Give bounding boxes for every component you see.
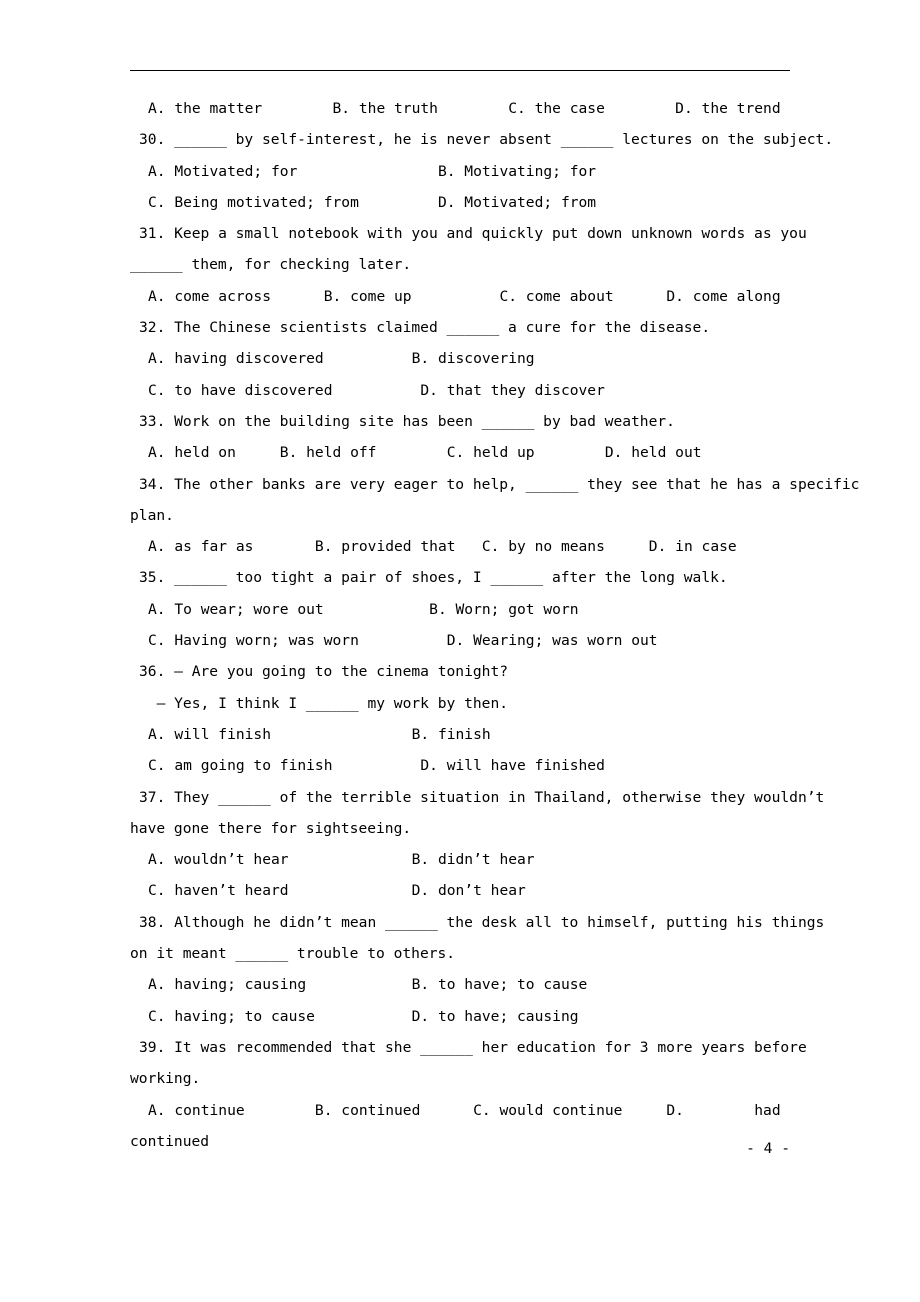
document-line: A. as far as B. provided that C. by no m… (148, 538, 737, 556)
document-line: C. Having worn; was worn D. Wearing; was… (148, 632, 658, 650)
document-line: 37. They ______ of the terrible situatio… (139, 788, 825, 806)
document-line: A. wouldn’t hear B. didn’t hear (148, 851, 535, 869)
document-line: 36. — Are you going to the cinema tonigh… (139, 663, 509, 681)
document-line: on it meant ______ trouble to others. (130, 945, 456, 963)
document-body: A. the matter B. the truth C. the case D… (130, 70, 860, 1157)
document-line: C. to have discovered D. that they disco… (148, 381, 605, 399)
document-line: A. the matter B. the truth C. the case D… (148, 100, 781, 117)
document-line: have gone there for sightseeing. (130, 819, 412, 837)
document-line: A. Motivated; for B. Motivating; for (148, 162, 597, 180)
document-line: A. continue B. continued C. would contin… (148, 1101, 781, 1119)
document-line: 32. The Chinese scientists claimed _____… (139, 319, 711, 337)
document-line: C. haven’t heard D. don’t hear (148, 882, 526, 900)
document-line: A. To wear; wore out B. Worn; got worn (148, 600, 579, 618)
document-line: A. held on B. held off C. held up D. hel… (148, 444, 702, 462)
document-line: — Yes, I think I ______ my work by then. (139, 694, 509, 712)
document-line: 39. It was recommended that she ______ h… (139, 1038, 807, 1056)
document-line: C. having; to cause D. to have; causing (148, 1007, 579, 1025)
document-line: 33. Work on the building site has been _… (139, 412, 675, 430)
document-line: 31. Keep a small notebook with you and q… (139, 225, 807, 243)
document-page: A. the matter B. the truth C. the case D… (0, 0, 920, 1302)
document-line: A. having discovered B. discovering (148, 350, 535, 368)
document-line: C. am going to finish D. will have finis… (148, 757, 605, 775)
document-line: 35. ______ too tight a pair of shoes, I … (139, 569, 728, 587)
document-line: A. come across B. come up C. come about … (148, 287, 781, 305)
document-line: 34. The other banks are very eager to he… (139, 475, 860, 493)
document-line: A. will finish B. finish (148, 725, 491, 743)
page-number: - 4 - (746, 1140, 790, 1157)
header-rule (130, 70, 790, 71)
document-line: working. (130, 1070, 201, 1088)
document-line: 30. ______ by self-interest, he is never… (139, 131, 834, 149)
document-line: plan. (130, 506, 174, 524)
document-line: 38. Although he didn’t mean ______ the d… (139, 913, 825, 931)
document-line: C. Being motivated; from D. Motivated; f… (148, 193, 597, 211)
question-lines: A. the matter B. the truth C. the case D… (130, 93, 860, 1157)
document-line: ______ them, for checking later. (130, 256, 412, 274)
document-line: A. having; causing B. to have; to cause (148, 976, 588, 994)
